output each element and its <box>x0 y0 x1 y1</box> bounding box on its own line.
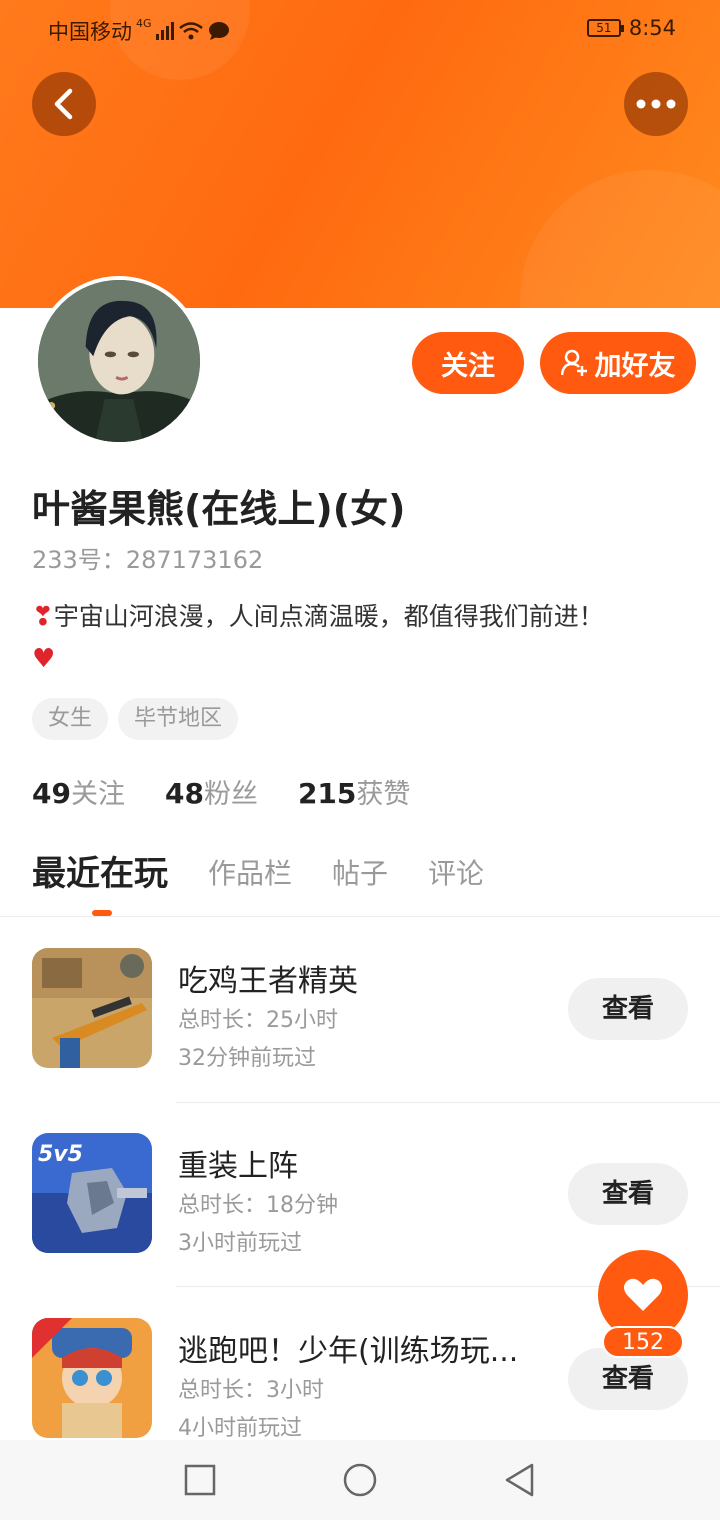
tab-posts[interactable]: 帖子 <box>332 850 388 898</box>
battery-icon: 51 <box>586 19 624 37</box>
game-thumbnail <box>32 948 152 1068</box>
stat-label: 获赞 <box>356 779 411 810</box>
game-duration: 总时长：18分钟 <box>178 1193 338 1218</box>
view-button[interactable]: 查看 <box>568 1163 688 1225</box>
user-id: 233号：287173162 <box>32 546 264 574</box>
back-nav-button[interactable] <box>502 1462 538 1498</box>
game-thumbnail <box>32 1318 152 1438</box>
tab-bar: 最近在玩 作品栏 帖子 评论 <box>32 850 484 898</box>
add-user-icon <box>560 349 587 376</box>
tab-comments[interactable]: 评论 <box>428 850 484 898</box>
wifi-icon <box>178 22 203 40</box>
chevron-left-icon <box>54 88 73 120</box>
more-dots-icon <box>636 99 676 109</box>
stat-label: 关注 <box>70 779 125 810</box>
game-last-played: 3小时前玩过 <box>178 1231 302 1256</box>
tag-region: 毕节地区 <box>118 698 239 740</box>
like-count: 152 <box>602 1326 684 1358</box>
add-friend-label: 加好友 <box>594 350 676 382</box>
svg-text:5v5: 5v5 <box>38 1142 83 1167</box>
stat-count: 49 <box>32 777 71 810</box>
back-button[interactable] <box>32 72 96 136</box>
home-button[interactable] <box>342 1462 378 1498</box>
network-type: 4G <box>136 16 152 30</box>
follow-button[interactable]: 关注 <box>412 332 524 394</box>
game-title: 重装上阵 <box>178 1149 298 1184</box>
more-button[interactable] <box>624 72 688 136</box>
stat-followers[interactable]: 48粉丝 <box>165 772 258 811</box>
message-icon <box>208 22 229 40</box>
heart-icon <box>624 1278 662 1311</box>
system-nav-bar <box>0 1440 720 1520</box>
add-friend-button[interactable]: 加好友 <box>540 332 696 394</box>
game-row[interactable]: 5v5 重装上阵 总时长：18分钟 3小时前玩过 查看 <box>0 1103 720 1287</box>
username: 叶酱果熊(在线上)(女) <box>32 487 406 531</box>
bio-text: 宇宙山河浪漫，人间点滴温暖，都值得我们前进！ <box>53 602 604 631</box>
game-thumbnail: 5v5 <box>32 1133 152 1253</box>
battery-level: 51 <box>596 21 612 35</box>
recents-button[interactable] <box>182 1462 218 1498</box>
tab-works[interactable]: 作品栏 <box>208 850 292 898</box>
game-title: 逃跑吧！少年(训练场玩... <box>178 1334 519 1369</box>
divider <box>0 916 720 917</box>
game-last-played: 4小时前玩过 <box>178 1416 302 1441</box>
view-button[interactable]: 查看 <box>568 978 688 1040</box>
game-last-played: 32分钟前玩过 <box>178 1046 316 1071</box>
game-title: 吃鸡王者精英 <box>178 964 358 999</box>
stat-following[interactable]: 49关注 <box>32 772 125 811</box>
carrier-label: 中国移动 <box>48 20 132 44</box>
stat-likes[interactable]: 215获赞 <box>298 772 410 811</box>
tag-gender: 女生 <box>32 698 109 740</box>
game-duration: 总时长：3小时 <box>178 1378 324 1403</box>
heart-icon: ♥ <box>32 644 56 674</box>
bio: ❣宇宙山河浪漫，人间点滴温暖，都值得我们前进！ ♥ <box>32 596 692 680</box>
follow-label: 关注 <box>441 350 495 382</box>
stat-count: 48 <box>164 777 204 810</box>
tab-recent-games[interactable]: 最近在玩 <box>32 850 168 898</box>
stat-count: 215 <box>297 777 357 810</box>
tag-list: 女生 毕节地区 <box>32 698 239 740</box>
avatar[interactable] <box>34 276 204 446</box>
game-row[interactable]: 吃鸡王者精英 总时长：25小时 32分钟前玩过 查看 <box>0 918 720 1102</box>
clock: 8:54 <box>628 16 676 40</box>
stat-label: 粉丝 <box>203 779 258 810</box>
status-bar: 中国移动 4G 51 8:54 <box>0 0 720 56</box>
signal-icon <box>155 22 174 40</box>
game-duration: 总时长：25小时 <box>178 1008 338 1033</box>
stats-row: 49关注 48粉丝 215获赞 <box>32 772 410 811</box>
heart-exclamation-icon: ❣ <box>32 602 54 632</box>
